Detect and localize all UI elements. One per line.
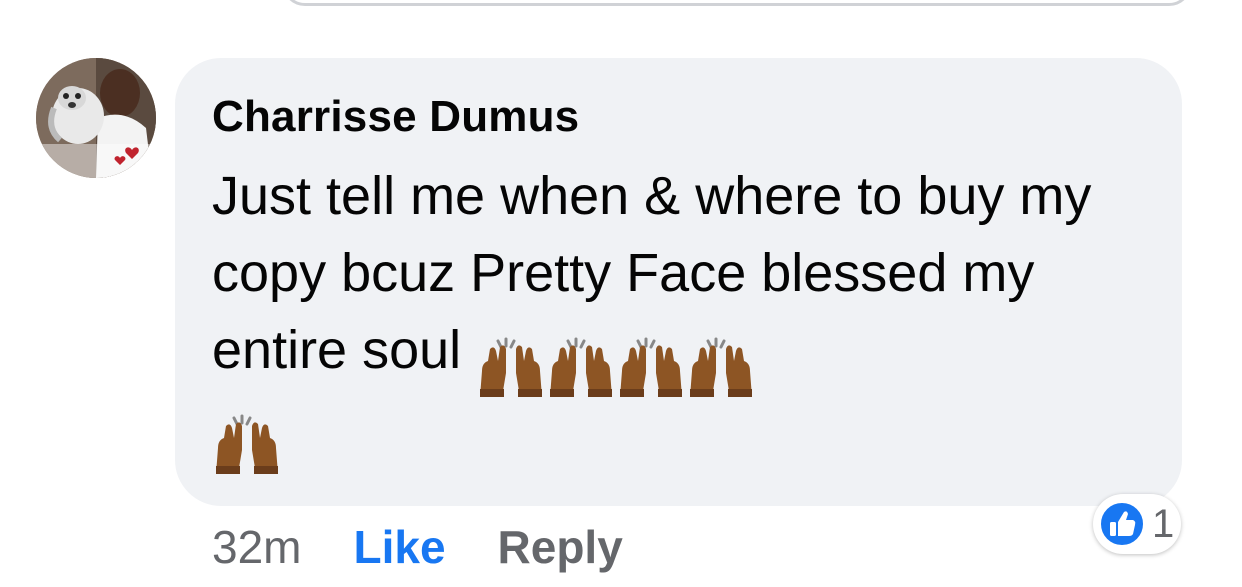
emoji-group bbox=[476, 322, 756, 399]
comment-timestamp[interactable]: 32m bbox=[212, 520, 301, 574]
reply-button[interactable]: Reply bbox=[498, 520, 623, 574]
raising-hands-emoji-icon bbox=[546, 337, 616, 399]
thumbs-up-icon bbox=[1099, 501, 1145, 547]
comment-body: Just tell me when & where to buy my copy… bbox=[212, 158, 1162, 476]
reaction-summary[interactable]: 1 bbox=[1093, 494, 1181, 554]
reaction-count: 1 bbox=[1152, 501, 1175, 546]
raising-hands-emoji-icon bbox=[616, 337, 686, 399]
comment-author[interactable]: Charrisse Dumus bbox=[212, 92, 579, 142]
like-button[interactable]: Like bbox=[353, 520, 445, 574]
avatar-image bbox=[36, 58, 156, 178]
comment-bubble: Charrisse Dumus Just tell me when & wher… bbox=[175, 58, 1182, 506]
raising-hands-emoji-icon bbox=[212, 414, 282, 476]
raising-hands-emoji-icon bbox=[476, 337, 546, 399]
previous-comment-input bbox=[282, 0, 1192, 6]
raising-hands-emoji-icon bbox=[686, 337, 756, 399]
comment-actions: 32m Like Reply bbox=[212, 515, 623, 579]
avatar[interactable] bbox=[36, 58, 156, 178]
